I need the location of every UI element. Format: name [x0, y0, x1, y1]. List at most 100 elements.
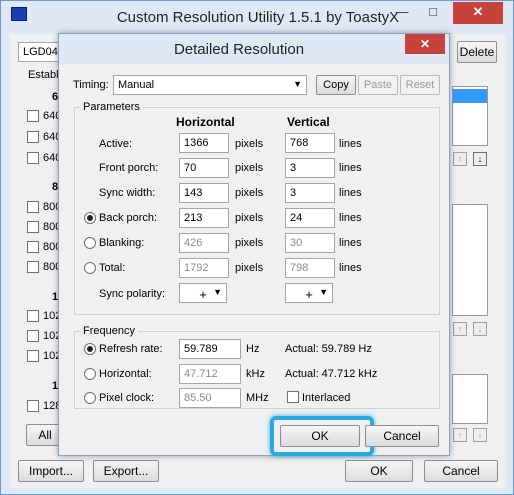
main-cancel-button[interactable]: Cancel	[424, 460, 498, 482]
unit-label: lines	[339, 212, 362, 224]
back-porch-radio[interactable]	[84, 212, 96, 224]
v-back-porch-input[interactable]: 24	[285, 208, 335, 228]
h-back-porch-input[interactable]: 213	[179, 208, 229, 228]
blanking-label: Blanking:	[99, 237, 145, 249]
copy-button[interactable]: Copy	[316, 75, 356, 95]
back-porch-label: Back porch:	[99, 212, 158, 224]
sync-polarity-label: Sync polarity:	[99, 288, 166, 300]
checkbox[interactable]	[27, 201, 39, 213]
move-down-icon[interactable]: ↓	[473, 322, 487, 336]
refresh-actual: Actual: 59.789 Hz	[285, 343, 372, 355]
checkbox[interactable]	[27, 350, 39, 362]
extension-blocks-list[interactable]	[452, 374, 488, 424]
checkbox[interactable]	[27, 131, 39, 143]
interlaced-label: Interlaced	[302, 392, 351, 404]
unit-label: pixels	[235, 237, 264, 249]
v-front-porch-input[interactable]: 3	[285, 158, 335, 178]
pixel-clock-input[interactable]: 85.50	[179, 388, 241, 408]
reset-button[interactable]: Reset	[400, 75, 440, 95]
total-radio[interactable]	[84, 262, 96, 274]
move-down-icon[interactable]: ↓	[473, 152, 487, 166]
main-ok-button[interactable]: OK	[345, 460, 413, 482]
checkbox[interactable]	[27, 400, 39, 412]
dialog-ok-button[interactable]: OK	[280, 425, 360, 447]
main-close-button[interactable]: ✕	[453, 2, 503, 24]
checkbox[interactable]	[27, 310, 39, 322]
dialog-cancel-button[interactable]: Cancel	[365, 425, 439, 447]
move-down-icon[interactable]: ↓	[473, 428, 487, 442]
unit-label: pixels	[235, 212, 264, 224]
h-polarity-select[interactable]: + ▼	[179, 283, 227, 303]
unit-label: lines	[339, 262, 362, 274]
total-label: Total:	[99, 262, 126, 274]
refresh-rate-input[interactable]: 59.789	[179, 339, 241, 359]
minimize-button[interactable]: —	[387, 2, 417, 24]
checkbox[interactable]	[27, 261, 39, 273]
export-button[interactable]: Export...	[93, 460, 159, 482]
chevron-down-icon: ▼	[319, 287, 328, 297]
checkbox[interactable]	[27, 110, 39, 122]
unit-label: lines	[339, 237, 362, 249]
timing-select[interactable]: Manual ▼	[113, 75, 307, 95]
v-blanking-input[interactable]: 30	[285, 233, 335, 253]
standard-resolutions-list[interactable]	[452, 204, 488, 316]
unit-label: pixels	[235, 262, 264, 274]
h-front-porch-input[interactable]: 70	[179, 158, 229, 178]
parameters-label: Parameters	[80, 101, 143, 113]
chevron-down-icon: ▼	[293, 79, 302, 89]
detailed-resolutions-list[interactable]	[452, 86, 488, 146]
front-porch-label: Front porch:	[99, 162, 159, 174]
paste-button[interactable]: Paste	[358, 75, 398, 95]
horizontal-actual: Actual: 47.712 kHz	[285, 368, 378, 380]
selected-list-item[interactable]	[453, 89, 487, 103]
refresh-rate-radio[interactable]	[84, 343, 96, 355]
dialog-close-button[interactable]: ✕	[405, 34, 445, 54]
interlaced-checkbox[interactable]	[287, 391, 299, 403]
vertical-header: Vertical	[287, 115, 330, 129]
h-polarity-value: +	[199, 287, 207, 302]
horizontal-freq-radio[interactable]	[84, 368, 96, 380]
sync-width-label: Sync width:	[99, 187, 156, 199]
horizontal-freq-unit: kHz	[246, 368, 265, 380]
horizontal-freq-label: Horizontal:	[99, 368, 152, 380]
unit-label: pixels	[235, 138, 264, 150]
blanking-radio[interactable]	[84, 237, 96, 249]
v-sync-width-input[interactable]: 3	[285, 183, 335, 203]
v-total-input[interactable]: 798	[285, 258, 335, 278]
import-button[interactable]: Import...	[18, 460, 84, 482]
pixel-clock-radio[interactable]	[84, 392, 96, 404]
refresh-rate-label: Refresh rate:	[99, 343, 163, 355]
v-polarity-select[interactable]: + ▼	[285, 283, 333, 303]
checkbox[interactable]	[27, 152, 39, 164]
timing-value: Manual	[118, 79, 155, 91]
move-up-icon[interactable]: ↑	[453, 428, 467, 442]
active-label: Active:	[99, 138, 133, 150]
timing-label: Timing:	[73, 79, 109, 91]
unit-label: lines	[339, 138, 362, 150]
pixel-clock-label: Pixel clock:	[99, 392, 155, 404]
pixel-clock-unit: MHz	[246, 392, 269, 404]
move-up-icon[interactable]: ↑	[453, 322, 467, 336]
checkbox[interactable]	[27, 241, 39, 253]
unit-label: lines	[339, 162, 362, 174]
horizontal-freq-input[interactable]: 47.712	[179, 364, 241, 384]
h-blanking-input[interactable]: 426	[179, 233, 229, 253]
h-active-input[interactable]: 1366	[179, 133, 229, 153]
detailed-resolution-dialog: Detailed Resolution ✕ Timing: Manual ▼ C…	[58, 33, 450, 456]
refresh-unit: Hz	[246, 343, 260, 355]
unit-label: pixels	[235, 187, 264, 199]
delete-button[interactable]: Delete	[457, 41, 497, 63]
dialog-titlebar: Detailed Resolution ✕	[59, 34, 449, 64]
h-total-input[interactable]: 1792	[179, 258, 229, 278]
v-active-input[interactable]: 768	[285, 133, 335, 153]
maximize-button[interactable]: □	[418, 2, 448, 24]
checkbox[interactable]	[27, 221, 39, 233]
unit-label: lines	[339, 187, 362, 199]
frequency-label: Frequency	[80, 325, 138, 337]
chevron-down-icon: ▼	[213, 287, 222, 297]
h-sync-width-input[interactable]: 143	[179, 183, 229, 203]
move-up-icon[interactable]: ↑	[453, 152, 467, 166]
established-label: Establi	[28, 69, 62, 81]
dialog-title: Detailed Resolution	[173, 41, 305, 58]
checkbox[interactable]	[27, 330, 39, 342]
